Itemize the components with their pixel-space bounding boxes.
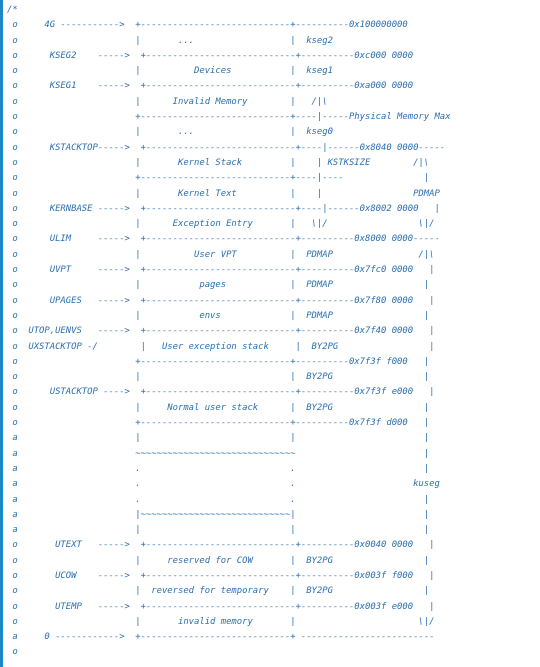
code-line: o | Devices | kseg1: [7, 66, 333, 77]
code-line: o | invalid memory | \|/: [7, 616, 435, 627]
code-line: /*: [7, 5, 18, 15]
code-line: o ULIM -----> +-------------------------…: [7, 234, 440, 245]
memory-layout-comment: /* o 4G -----------> +------------------…: [3, 0, 540, 661]
code-line: o | | BY2PG |: [7, 372, 430, 383]
code-line: o | Exception Entry | \|/ \|/: [7, 219, 435, 230]
code-line: o: [7, 647, 18, 658]
code-line: o | ... | kseg2: [7, 35, 333, 46]
code-line: o UTEMP -----> +------------------------…: [7, 601, 435, 612]
code-line: a . . |: [7, 463, 430, 474]
code-line: a | | |: [7, 525, 430, 536]
code-line: a . . kuseg: [7, 479, 440, 490]
code-line: o | ... | kseg0: [7, 127, 333, 138]
code-line: o | pages | PDMAP |: [7, 280, 430, 291]
code-line: o UTOP,UENVS -----> +-------------------…: [7, 326, 435, 337]
code-line: o UPAGES -----> +-----------------------…: [7, 295, 435, 306]
code-line: a | | |: [7, 433, 430, 444]
code-line: a . . |: [7, 494, 430, 505]
code-line: o | Invalid Memory | /|\: [7, 96, 328, 107]
code-line: o UXSTACKTOP -/ | User exception stack |…: [7, 341, 435, 352]
code-line: a |~~~~~~~~~~~~~~~~~~~~~~~~~~~~| |: [7, 509, 430, 520]
code-line: o | Normal user stack | BY2PG |: [7, 402, 430, 413]
code-line: o 4G -----------> +---------------------…: [7, 20, 408, 31]
code-line: a 0 ------------> +---------------------…: [7, 632, 435, 643]
code-line: o USTACKTOP ----> +---------------------…: [7, 387, 435, 398]
code-line: o KSEG1 -----> +------------------------…: [7, 81, 414, 92]
code-block-frame: /* o 4G -----------> +------------------…: [0, 0, 540, 667]
code-line: o | Kernel Stack | | KSTKSIZE /|\: [7, 157, 430, 168]
code-line: o +----------------------------+--------…: [7, 418, 430, 429]
code-line: o | Kernel Text | | PDMAP: [7, 188, 440, 199]
code-line: o | User VPT | PDMAP /|\: [7, 249, 435, 260]
code-line: o UCOW -----> +-------------------------…: [7, 570, 435, 581]
code-line: o | envs | PDMAP |: [7, 310, 430, 321]
code-line: o KERNBASE -----> +---------------------…: [7, 203, 440, 214]
code-line: o +----------------------------+----|---…: [7, 112, 451, 123]
code-line: o +----------------------------+--------…: [7, 356, 430, 367]
code-line: o UVPT -----> +-------------------------…: [7, 265, 435, 276]
code-line: o KSTACKTOP-----> +---------------------…: [7, 142, 446, 153]
code-line: a ~~~~~~~~~~~~~~~~~~~~~~~~~~~~~~ |: [7, 448, 430, 459]
code-line: o | reserved for COW | BY2PG |: [7, 555, 430, 566]
code-line: o UTEXT -----> +------------------------…: [7, 540, 435, 551]
code-line: o KSEG2 -----> +------------------------…: [7, 50, 414, 61]
code-line: o +----------------------------+----|---…: [7, 173, 430, 184]
code-line: o | reversed for temporary | BY2PG |: [7, 586, 430, 597]
